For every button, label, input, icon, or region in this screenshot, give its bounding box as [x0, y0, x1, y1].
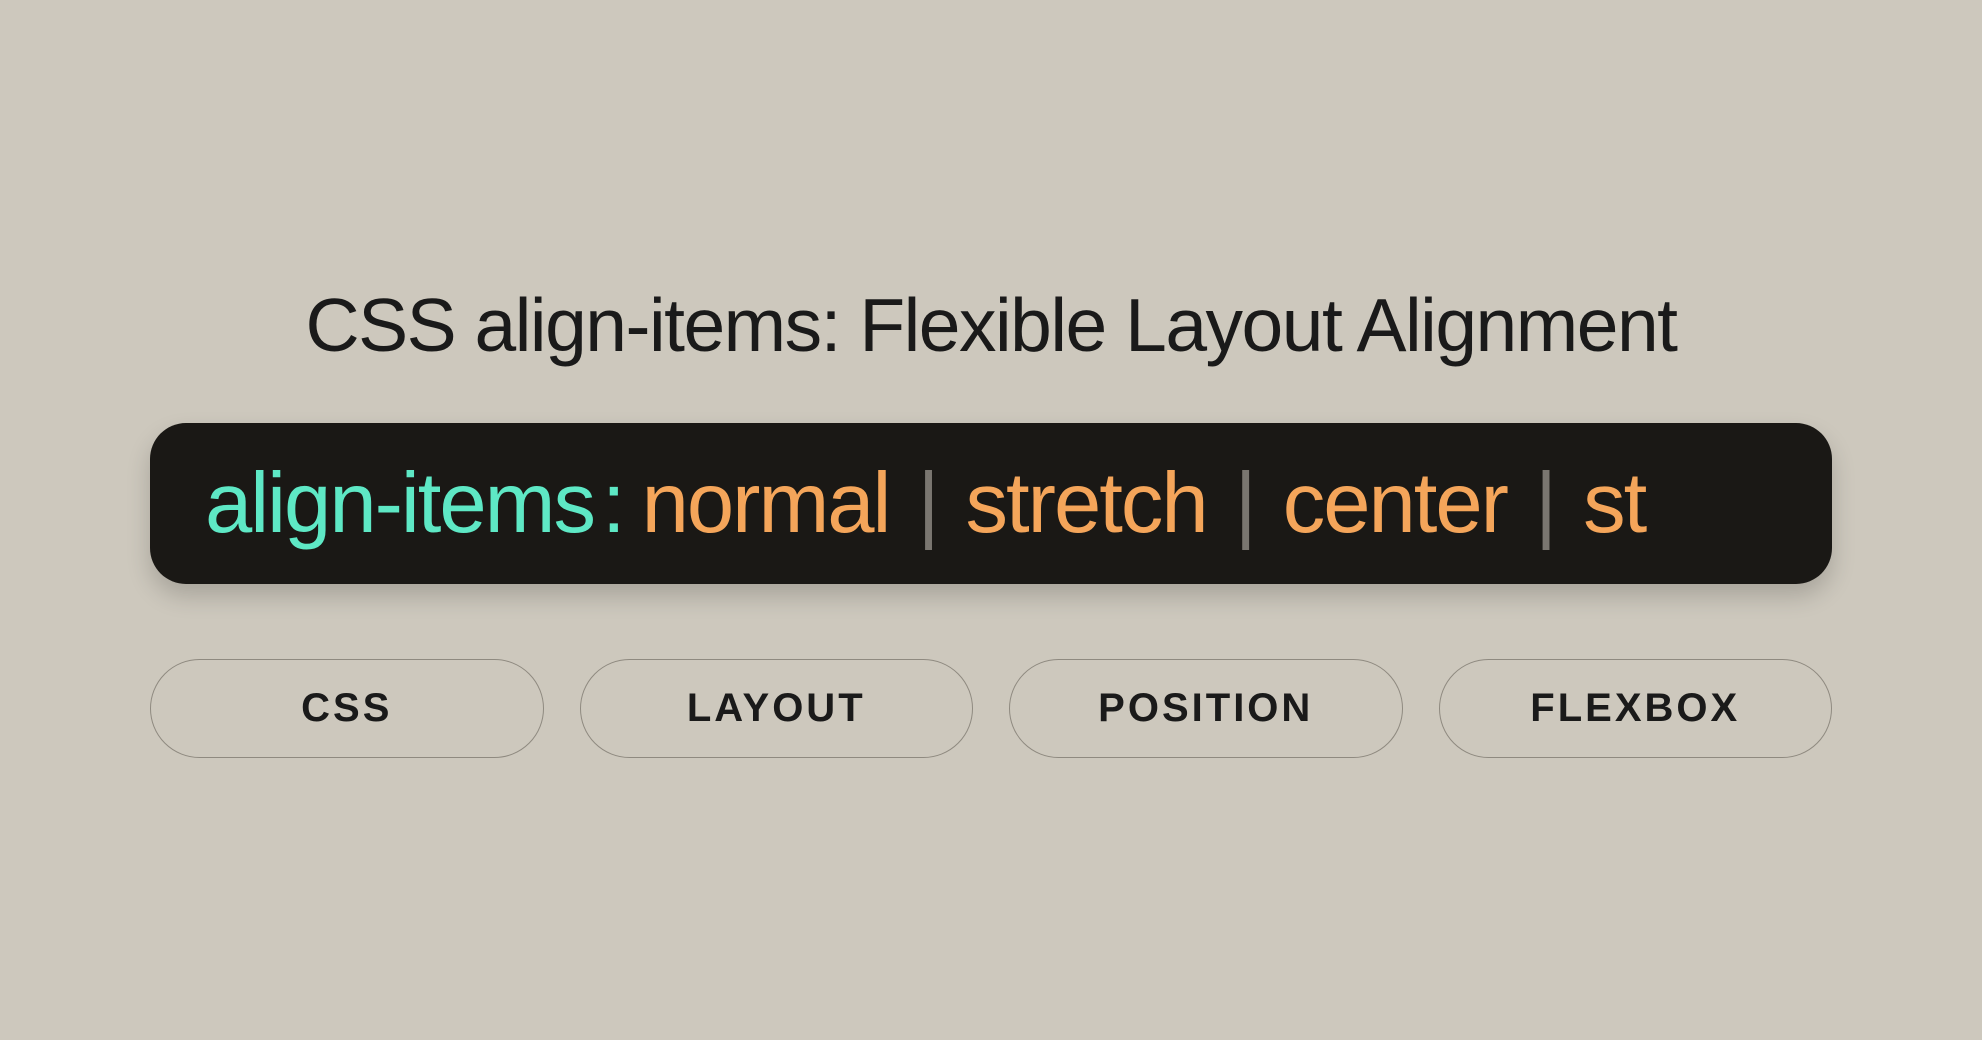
css-value-truncated: st: [1583, 461, 1645, 546]
css-property-name: align-items: [205, 461, 594, 546]
tag-flexbox: FLEXBOX: [1439, 659, 1833, 758]
css-value-stretch: stretch: [966, 461, 1207, 546]
css-value-center: center: [1283, 461, 1507, 546]
value-separator: |: [1235, 461, 1255, 546]
content-container: CSS align-items: Flexible Layout Alignme…: [0, 282, 1982, 758]
tag-css: CSS: [150, 659, 544, 758]
tag-position: POSITION: [1009, 659, 1403, 758]
tag-layout: LAYOUT: [580, 659, 974, 758]
css-colon: :: [602, 461, 624, 546]
page-title: CSS align-items: Flexible Layout Alignme…: [305, 282, 1676, 368]
css-value-normal: normal: [642, 461, 890, 546]
value-separator: |: [1535, 461, 1555, 546]
code-syntax-bar: align-items : normal | stretch | center …: [150, 423, 1832, 584]
tag-row: CSS LAYOUT POSITION FLEXBOX: [150, 659, 1832, 758]
value-separator: |: [917, 461, 937, 546]
